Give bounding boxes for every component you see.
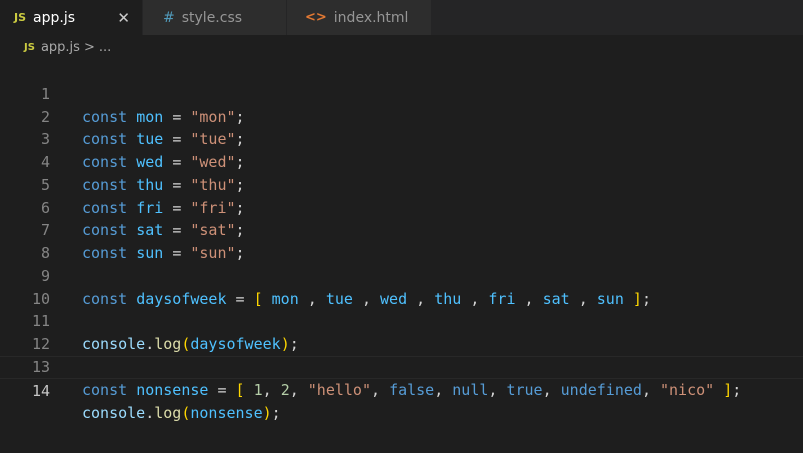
code-line: 2 const tue = "tue"; [0,83,803,149]
keyword: true [506,380,543,399]
javascript-file-icon: JS [24,41,35,53]
code-editor[interactable]: 1 const mon = "mon"; 2 const tue = "tue"… [0,60,803,453]
operator: = [217,380,227,399]
punctuation: , [488,380,498,399]
line-number: 14 [31,381,50,400]
code-line: 13 const nonsense = [ 1, 2, "hello", fal… [0,333,803,399]
punctuation: , [289,380,299,399]
punctuation: , [542,380,552,399]
keyword: false [389,380,435,399]
chevron-right-icon: > [83,39,95,55]
code-line: 1 const mon = "mon"; [0,60,803,126]
breadcrumb-more[interactable]: ... [99,40,111,55]
string-literal: "hello" [307,380,371,399]
code-line: 8 [0,219,803,262]
bracket: [ [235,380,245,399]
punctuation: , [262,380,272,399]
bracket: ) [262,404,272,423]
punctuation: , [434,380,444,399]
tab-label: style.css [181,9,243,26]
identifier: nonsense [190,404,263,423]
tab-label: index.html [333,9,409,26]
number-literal: 1 [253,380,263,399]
breadcrumb-file[interactable]: app.js [41,40,80,55]
close-icon[interactable]: ✕ [117,9,130,27]
code-line: 5 const fri = "fri"; [0,151,803,217]
code-line: 3 const wed = "wed"; [0,106,803,171]
code-line: 11 console.log(daysofweek); [0,288,803,353]
code-line: 4 const thu = "thu"; [0,128,803,194]
keyword: undefined [560,380,642,399]
punctuation: . [145,404,155,423]
code-line-current: 14 console.log(nonsense); [0,355,803,422]
tab-bar: JS app.js ✕ # style.css <> index.html [0,0,803,35]
identifier: nonsense [136,380,209,399]
keyword: const [82,380,128,399]
breadcrumb: JS app.js > ... [0,35,803,59]
bracket: ] [723,380,733,399]
keyword: null [452,380,489,399]
string-literal: "nico" [660,380,715,399]
javascript-file-icon: JS [14,11,27,24]
function-name: log [154,404,182,423]
code-line: 6 const sat = "sat"; [0,174,803,240]
code-line: 7 const sun = "sun"; [0,197,803,262]
code-line: 9 const daysofweek = [ mon , tue , wed ,… [0,242,803,308]
css-file-icon: # [163,9,175,26]
punctuation: , [641,380,651,399]
punctuation: , [371,380,381,399]
code-line: 12 [0,310,803,353]
identifier: console [82,404,146,423]
tab-index-html[interactable]: <> index.html [287,0,432,35]
tab-app-js[interactable]: JS app.js ✕ [0,0,143,35]
tab-label: app.js [33,9,76,26]
code-line: 10 [0,265,803,308]
punctuation: ; [732,380,742,399]
html-file-icon: <> [305,10,327,25]
punctuation: ; [271,404,281,423]
number-literal: 2 [280,380,290,399]
tab-style-css[interactable]: # style.css [143,0,287,35]
